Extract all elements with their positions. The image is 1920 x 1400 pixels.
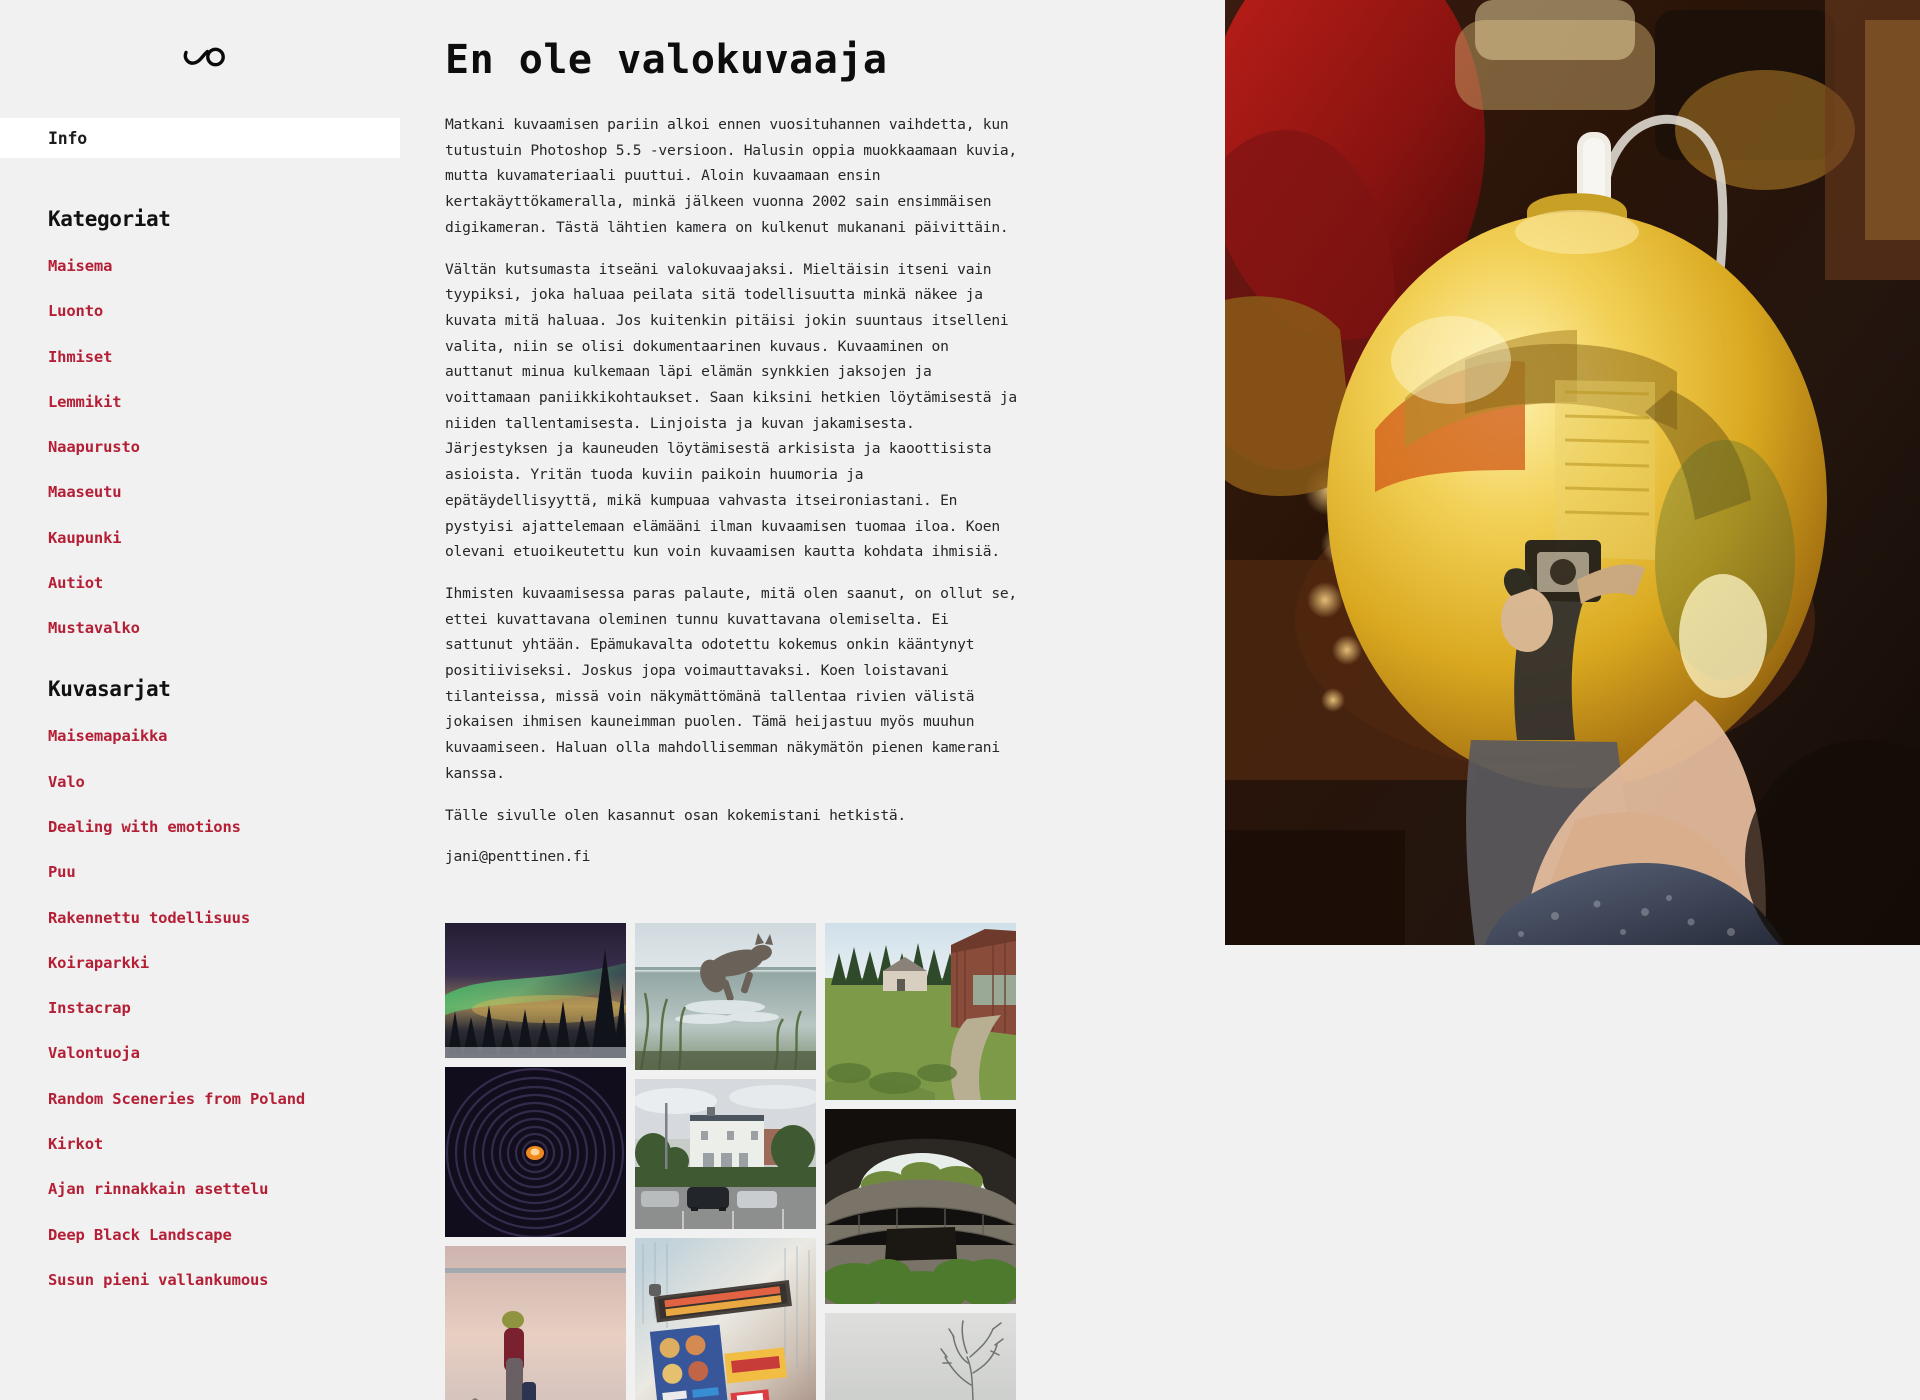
kuvasarjat-list: Maisemapaikka Valo Dealing with emotions… [48, 726, 400, 1289]
series-link-valo[interactable]: Valo [48, 774, 85, 791]
list-item: Kaupunki [48, 528, 400, 547]
list-item: Lemmikit [48, 392, 400, 411]
category-link-mustavalko[interactable]: Mustavalko [48, 621, 140, 637]
list-item: Ajan rinnakkain asettelu [48, 1179, 400, 1198]
list-item: Dealing with emotions [48, 817, 400, 836]
series-link-deep-black-landscape[interactable]: Deep Black Landscape [48, 1227, 232, 1244]
page-root: Info Kategoriat Maisema Luonto Ihmiset L… [0, 0, 1920, 1400]
article-body: Matkani kuvaamisen pariin alkoi ennen vu… [445, 112, 1180, 870]
contact-email[interactable]: jani@penttinen.fi [445, 844, 1025, 870]
paragraph-1: Matkani kuvaamisen pariin alkoi ennen vu… [445, 116, 1017, 236]
series-link-puu[interactable]: Puu [48, 865, 76, 881]
page-title: En ole valokuvaaja [445, 37, 888, 83]
list-item: Instacrap [48, 998, 400, 1017]
list-item: Valontuoja [48, 1043, 400, 1062]
list-item: Luonto [48, 301, 400, 320]
thumb-dog-jumping-water[interactable] [635, 922, 816, 1070]
category-link-autiot[interactable]: Autiot [48, 576, 103, 592]
sidebar: Info Kategoriat Maisema Luonto Ihmiset L… [0, 0, 400, 1400]
category-link-kaupunki[interactable]: Kaupunki [48, 530, 122, 547]
series-link-valontuoja[interactable]: Valontuoja [48, 1046, 140, 1062]
series-link-random-sceneries-from-poland[interactable]: Random Sceneries from Poland [48, 1091, 305, 1108]
kuvasarjat-heading: Kuvasarjat [48, 677, 171, 702]
category-link-lemmikit[interactable]: Lemmikit [48, 394, 122, 411]
site-logo[interactable] [0, 0, 400, 118]
thumb-kebab-pizzeria[interactable] [635, 1237, 816, 1400]
photo-grid-column-2 [635, 922, 816, 1400]
series-link-koiraparkki[interactable]: Koiraparkki [48, 955, 149, 972]
list-item: Deep Black Landscape [48, 1225, 400, 1244]
sidebar-section-kategoriat: Kategoriat Maisema Luonto Ihmiset Lemmik… [0, 207, 400, 637]
hero-photo[interactable] [1225, 0, 1920, 945]
series-link-maisemapaikka[interactable]: Maisemapaikka [48, 729, 168, 745]
series-link-instacrap[interactable]: Instacrap [48, 1001, 131, 1017]
sidebar-item-info[interactable]: Info [0, 118, 400, 158]
category-link-ihmiset[interactable]: Ihmiset [48, 349, 112, 366]
list-item: Maaseutu [48, 482, 400, 501]
thumb-red-barn-path[interactable] [825, 922, 1016, 1100]
list-item: Susun pieni vallankumous [48, 1270, 400, 1289]
article: En ole valokuvaaja Matkani kuvaamisen pa… [400, 38, 1225, 870]
series-link-kirkot[interactable]: Kirkot [48, 1137, 103, 1153]
list-item: Puu [48, 862, 400, 881]
list-item: Maisema [48, 256, 400, 275]
sidebar-section-kuvasarjat: Kuvasarjat Maisemapaikka Valo Dealing wi… [0, 677, 400, 1289]
category-link-luonto[interactable]: Luonto [48, 304, 103, 320]
category-link-naapurusto[interactable]: Naapurusto [48, 440, 140, 456]
thumb-bare-branches-fog[interactable] [825, 1312, 1016, 1400]
thumb-aurora-forest[interactable] [445, 922, 626, 1058]
list-item: Koiraparkki [48, 953, 400, 972]
list-item: Random Sceneries from Poland [48, 1089, 400, 1108]
series-link-dealing-with-emotions[interactable]: Dealing with emotions [48, 819, 241, 836]
photo-grid-column-1 [445, 922, 626, 1400]
list-item: Autiot [48, 573, 400, 592]
list-item: Kirkot [48, 1134, 400, 1153]
photo-grid-column-3 [825, 922, 1016, 1400]
photo-grid [400, 922, 1225, 1400]
kategoriat-list: Maisema Luonto Ihmiset Lemmikit Naapurus… [48, 256, 400, 637]
series-link-ajan-rinnakkain-asettelu[interactable]: Ajan rinnakkain asettelu [48, 1182, 269, 1198]
thumb-stone-bridge-arch[interactable] [825, 1108, 1016, 1304]
paragraph-3: Ihmisten kuvaamisessa paras palaute, mit… [445, 584, 1017, 782]
list-item: Naapurusto [48, 437, 400, 456]
list-item: Valo [48, 772, 400, 791]
list-item: Rakennettu todellisuus [48, 908, 400, 927]
thumb-dark-ripples[interactable] [445, 1066, 626, 1237]
thumb-white-house-parking[interactable] [635, 1078, 816, 1229]
thumb-person-shore[interactable] [445, 1245, 626, 1400]
list-item: Ihmiset [48, 347, 400, 366]
infinity-swoosh-logo-icon [182, 42, 228, 76]
list-item: Maisemapaikka [48, 726, 400, 745]
main-content: En ole valokuvaaja Matkani kuvaamisen pa… [400, 0, 1225, 1400]
list-item: Mustavalko [48, 618, 400, 637]
category-link-maisema[interactable]: Maisema [48, 258, 112, 275]
paragraph-4: Tälle sivulle olen kasannut osan kokemis… [445, 806, 906, 824]
kategoriat-heading: Kategoriat [48, 207, 171, 231]
category-link-maaseutu[interactable]: Maaseutu [48, 485, 122, 501]
series-link-rakennettu-todellisuus[interactable]: Rakennettu todellisuus [48, 910, 250, 927]
sidebar-item-info-label: Info [48, 128, 87, 148]
series-link-susun-pieni-vallankumous[interactable]: Susun pieni vallankumous [48, 1272, 269, 1289]
paragraph-2: Vältän kutsumasta itseäni valokuvaajaksi… [445, 260, 1017, 561]
